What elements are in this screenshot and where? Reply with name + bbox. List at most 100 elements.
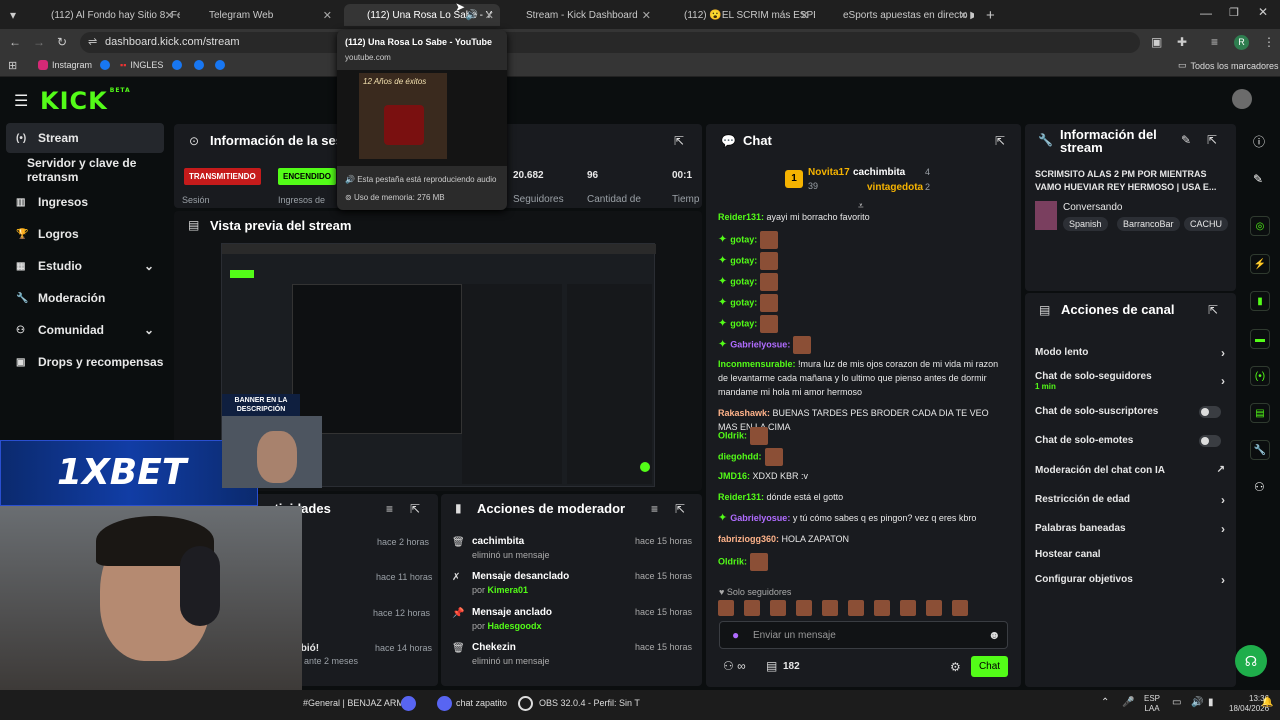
rail-chat-icon[interactable]: ▬ <box>1250 329 1270 349</box>
battery-icon[interactable]: ▮ <box>1208 697 1214 708</box>
tag-chip[interactable]: Spanish <box>1063 217 1108 231</box>
profile-avatar[interactable]: R <box>1234 35 1249 50</box>
popout-icon[interactable]: ⇱ <box>410 502 420 516</box>
chat-username[interactable]: gotay <box>730 318 754 328</box>
filter-icon[interactable]: ≡ <box>386 502 393 516</box>
discord-icon[interactable] <box>437 696 452 711</box>
emote[interactable] <box>900 600 916 616</box>
reload-icon[interactable]: ↻ <box>57 35 67 49</box>
chat-emote[interactable] <box>760 315 779 333</box>
obs-icon[interactable] <box>518 696 533 711</box>
browser-tab-2[interactable]: Telegram Web ✕ <box>186 4 338 26</box>
chat-username[interactable]: Inconmensurable <box>718 359 793 369</box>
close-tab-icon[interactable]: ✕ <box>485 9 494 22</box>
speaker-icon[interactable]: 🔊 <box>466 10 478 21</box>
sidebar-item-4[interactable]: ▦ Estudio ⌄ <box>6 251 164 281</box>
kick-logo[interactable]: KICK BETA <box>40 87 131 115</box>
sidebar-item-2[interactable]: ▥ Ingresos <box>6 187 164 217</box>
close-tab-icon[interactable]: ✕ <box>165 9 174 22</box>
new-tab-button[interactable]: + <box>980 4 1000 26</box>
tray-chevron-icon[interactable]: ⌃ <box>1101 697 1109 708</box>
network-icon[interactable]: ▭ <box>1172 697 1181 708</box>
maximize-icon[interactable]: ❐ <box>1229 6 1239 19</box>
info-icon[interactable]: ⓘ <box>1253 133 1265 150</box>
rail-doc-icon[interactable]: ▮ <box>1250 291 1270 311</box>
close-window-icon[interactable]: ✕ <box>1258 5 1268 19</box>
chat-username[interactable]: Oldrik <box>718 556 744 566</box>
emote[interactable] <box>822 600 838 616</box>
notifications-icon[interactable]: 🔔 <box>1261 697 1273 708</box>
facebook-icon[interactable] <box>172 60 182 70</box>
channel-action-row[interactable]: Palabras baneadas › <box>1035 522 1225 536</box>
all-bookmarks-folder[interactable]: ▭ Todos los marcadores <box>1178 60 1279 71</box>
chat-username[interactable]: Reider131 <box>718 212 761 222</box>
rail-monitor-icon[interactable]: ▤ <box>1250 403 1270 423</box>
chat-username[interactable]: fabriziogg360 <box>718 534 776 544</box>
popout-icon[interactable]: ⇱ <box>1208 303 1218 317</box>
browser-tab-4[interactable]: Stream - Kick Dashboard ✕ <box>503 4 657 26</box>
chat-emote[interactable] <box>764 448 783 466</box>
media-icon[interactable]: ≡ <box>1211 35 1218 49</box>
forward-icon[interactable]: → <box>33 35 45 49</box>
emote[interactable] <box>744 600 760 616</box>
chat-username[interactable]: gotay <box>730 255 754 265</box>
rail-users-icon[interactable]: ⚇ <box>1254 480 1265 494</box>
rail-scan-icon[interactable]: ◎ <box>1250 216 1270 236</box>
site-info-icon[interactable]: ⇌ <box>88 32 97 53</box>
bookmark-instagram[interactable]: Instagram <box>38 60 92 70</box>
toggle-switch[interactable] <box>1199 406 1221 418</box>
taskbar-obs[interactable]: OBS 32.0.4 - Perfil: Sin T <box>539 698 640 708</box>
menu-dots-icon[interactable]: ⋮ <box>1263 35 1275 49</box>
channel-action-row[interactable]: Moderación del chat con IA ↗ <box>1035 464 1225 476</box>
chat-emote[interactable] <box>760 231 779 249</box>
emote[interactable] <box>926 600 942 616</box>
moderator-username[interactable]: Hadesgoodx <box>488 621 542 631</box>
emote[interactable] <box>874 600 890 616</box>
chat-username[interactable]: gotay <box>730 276 754 286</box>
channel-action-row[interactable]: Modo lento › <box>1035 346 1225 360</box>
discord-icon[interactable] <box>401 696 416 711</box>
infinity-icon[interactable]: ⚇ ∞ <box>723 659 746 673</box>
sidebar-item-5[interactable]: 🔧 Moderación <box>6 283 164 313</box>
user-avatar[interactable] <box>1232 89 1252 109</box>
chat-input[interactable]: ● Enviar un mensaje ☻ <box>719 621 1008 649</box>
channel-action-row[interactable]: Restricción de edad › <box>1035 493 1225 507</box>
moderator-username[interactable]: Kimera01 <box>488 585 529 595</box>
chat-emote[interactable] <box>760 294 779 312</box>
emote[interactable] <box>796 600 812 616</box>
facebook-icon[interactable] <box>194 60 204 70</box>
apps-grid-icon[interactable]: ⊞ <box>8 59 17 72</box>
browser-tab-5[interactable]: (112) 😮EL SCRIM más ESPERA✕ <box>661 4 815 26</box>
channel-action-row[interactable]: Configurar objetivos › <box>1035 573 1225 587</box>
hamburger-menu-icon[interactable]: ☰ <box>14 91 28 111</box>
sidebar-item-3[interactable]: 🏆 Logros <box>6 219 164 249</box>
chat-emote[interactable] <box>793 336 812 354</box>
chat-username[interactable]: Gabrielyosue <box>730 513 787 523</box>
toggle-switch[interactable] <box>1199 435 1221 447</box>
close-tab-icon[interactable]: ✕ <box>800 9 809 22</box>
taskbar-discord[interactable]: #General | BENJAZ ARM <box>303 698 404 708</box>
close-tab-icon[interactable]: ✕ <box>323 9 332 22</box>
chat-username[interactable]: JMD16 <box>718 471 747 481</box>
chat-username[interactable]: gotay <box>730 234 754 244</box>
filter-icon[interactable]: ≡ <box>651 502 658 516</box>
top-gifter-name[interactable]: Novita17 <box>808 167 850 178</box>
facebook-icon[interactable] <box>215 60 225 70</box>
chat-username[interactable]: Reider131 <box>718 492 761 502</box>
puzzle-icon[interactable]: ✚ <box>1177 35 1187 49</box>
chat-settings-icon[interactable]: ⚙ <box>950 660 961 674</box>
send-chat-button[interactable]: Chat <box>971 656 1008 677</box>
rail-bolt-icon[interactable]: ⚡ <box>1250 254 1270 274</box>
chat-emote[interactable] <box>760 252 779 270</box>
popout-icon[interactable]: ⇱ <box>675 502 685 516</box>
volume-icon[interactable]: 🔊 <box>1191 697 1203 708</box>
channel-action-row[interactable]: Hostear canal <box>1035 549 1225 560</box>
chat-username[interactable]: Gabrielyosue <box>730 339 787 349</box>
popout-icon[interactable]: ⇱ <box>674 134 684 148</box>
tag-chip[interactable]: BarrancoBar <box>1117 217 1180 231</box>
language-indicator[interactable]: ESP LAA <box>1144 694 1160 714</box>
extension-icon[interactable]: ▣ <box>1151 35 1162 49</box>
sidebar-item-0[interactable]: (•) Stream <box>6 123 164 153</box>
channel-action-row[interactable]: Chat de solo-emotes <box>1035 435 1225 447</box>
edit-pencil-icon[interactable]: ✎ <box>1181 133 1191 147</box>
